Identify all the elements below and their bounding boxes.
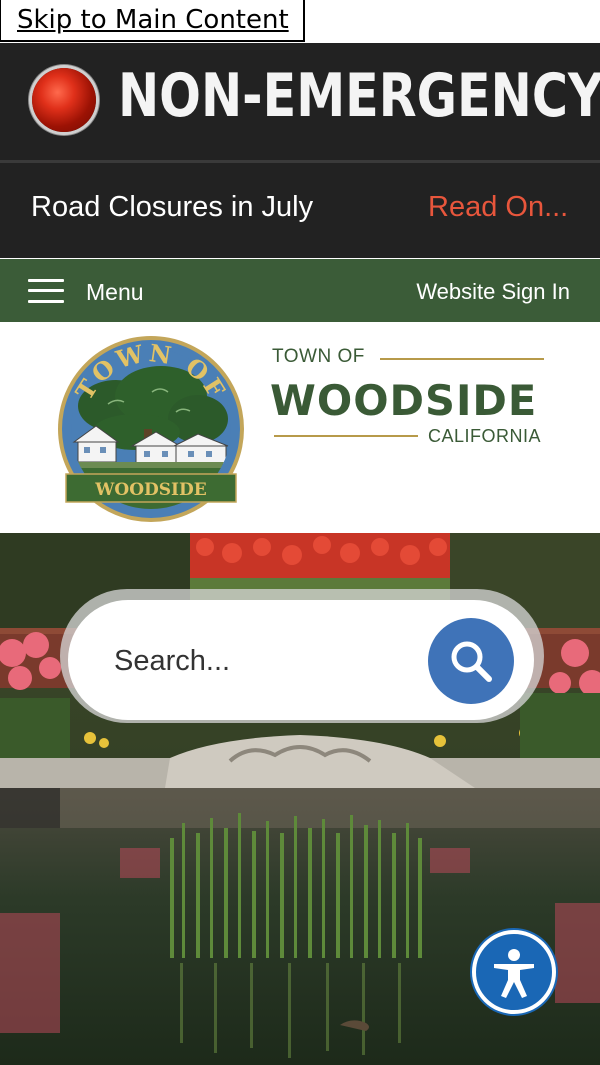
emergency-banner-text: NON-EMERGENCY A xyxy=(118,61,600,131)
top-nav: Menu Website Sign In xyxy=(0,259,600,322)
menu-button[interactable]: Menu xyxy=(86,279,144,306)
search-button[interactable] xyxy=(428,618,514,704)
alert-title[interactable]: Road Closures in July xyxy=(31,191,313,224)
skip-to-main-content-link[interactable]: Skip to Main Content xyxy=(0,0,305,42)
read-on-link[interactable]: Read On... xyxy=(428,191,568,224)
alert-light-icon xyxy=(32,68,96,132)
alert-ticker: Road Closures in July Read On... xyxy=(0,163,600,258)
accessibility-button[interactable] xyxy=(472,930,556,1014)
wordmark-main-text: WOODSIDE xyxy=(270,376,538,425)
search-input[interactable] xyxy=(112,640,416,682)
site-header: TOWN OF WOODSIDE TOWN OF WOODSIDE CALIFO… xyxy=(0,322,600,533)
town-wordmark[interactable]: TOWN OF WOODSIDE CALIFORNIA xyxy=(270,346,544,456)
website-sign-in-link[interactable]: Website Sign In xyxy=(416,279,570,305)
wordmark-bottom-text: CALIFORNIA xyxy=(428,426,542,446)
wordmark-top-rule xyxy=(380,358,544,360)
accessibility-icon xyxy=(494,949,534,998)
seal-bottom-text: WOODSIDE xyxy=(94,480,206,500)
wordmark-bottom-rule xyxy=(274,435,418,437)
emergency-banner[interactable]: NON-EMERGENCY A xyxy=(0,43,600,160)
hamburger-icon[interactable] xyxy=(28,279,64,303)
town-seal-logo[interactable]: TOWN OF WOODSIDE xyxy=(56,334,246,524)
wordmark-top-text: TOWN OF xyxy=(272,346,365,367)
search-icon xyxy=(451,641,492,682)
